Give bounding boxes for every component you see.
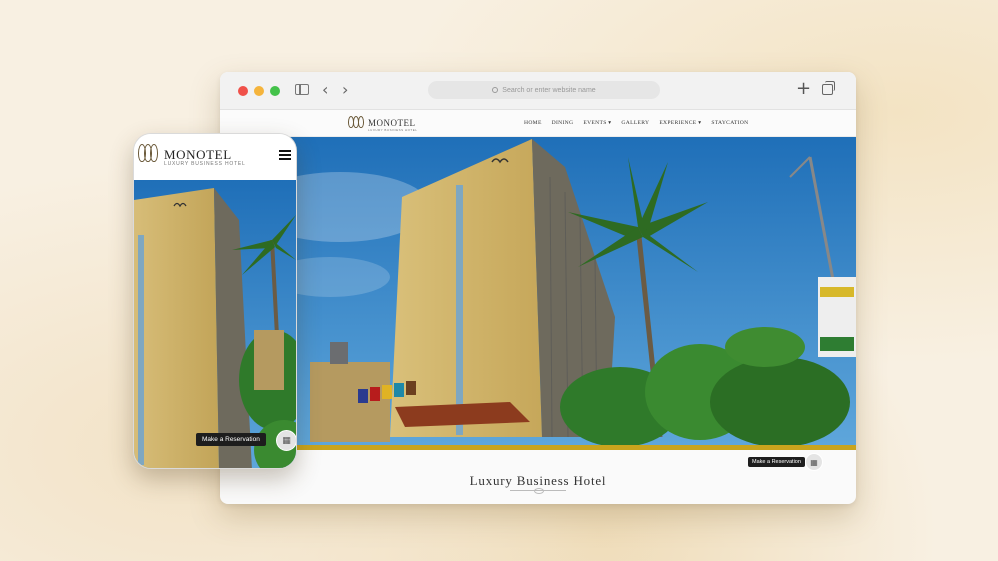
browser-toolbar: ‹ › Search or enter website name +: [220, 72, 856, 110]
phone-logo-icon[interactable]: [138, 144, 158, 162]
phone-logo-subtitle: LUXURY BUSINESS HOTEL: [164, 161, 246, 167]
minimize-dot-icon[interactable]: [254, 86, 264, 96]
address-bar[interactable]: Search or enter website name: [428, 81, 660, 99]
calendar-icon[interactable]: ▦: [805, 453, 823, 471]
phone-reservation-button[interactable]: Make a Reservation: [196, 433, 266, 446]
phone-mockup: MONOTEL LUXURY BUSINESS HOTEL Make a Res…: [133, 133, 297, 469]
logo-icon[interactable]: [348, 116, 364, 128]
nav-dining[interactable]: Dining: [552, 120, 574, 126]
site-logo-text[interactable]: MONOTEL: [368, 118, 416, 128]
back-icon[interactable]: ‹: [322, 80, 328, 99]
accent-bar: [220, 445, 856, 450]
site-header: MONOTEL LUXURY BUSINESS HOTEL Home Dinin…: [220, 110, 856, 137]
hamburger-icon[interactable]: [279, 150, 291, 160]
phone-header: MONOTEL LUXURY BUSINESS HOTEL: [134, 134, 296, 180]
nav-events[interactable]: Events ▾: [583, 120, 611, 126]
phone-calendar-icon[interactable]: ▦: [276, 430, 296, 451]
nav-experience[interactable]: Experience ▾: [659, 120, 701, 126]
hero-image: [220, 137, 856, 445]
forward-icon[interactable]: ›: [342, 80, 348, 99]
maximize-dot-icon[interactable]: [270, 86, 280, 96]
search-icon: [492, 87, 499, 93]
close-dot-icon[interactable]: [238, 86, 248, 96]
tabs-icon[interactable]: [822, 81, 835, 95]
sidebar-toggle-icon[interactable]: [295, 84, 309, 95]
main-nav: Home Dining Events ▾ Gallery Experience …: [524, 120, 748, 126]
browser-window: ‹ › Search or enter website name + MONOT…: [220, 72, 856, 504]
nav-gallery[interactable]: Gallery: [621, 120, 649, 126]
page-heading: Luxury Business Hotel: [469, 473, 607, 488]
address-placeholder: Search or enter website name: [502, 86, 596, 94]
nav-staycation[interactable]: Staycation: [711, 120, 748, 126]
plus-icon[interactable]: +: [796, 78, 811, 99]
site-logo-subtitle: LUXURY BUSINESS HOTEL: [368, 128, 418, 132]
reservation-button[interactable]: Make a Reservation: [748, 457, 805, 467]
phone-hero-image: [134, 180, 296, 468]
heading-ornament: [510, 488, 566, 494]
nav-home[interactable]: Home: [524, 120, 542, 126]
